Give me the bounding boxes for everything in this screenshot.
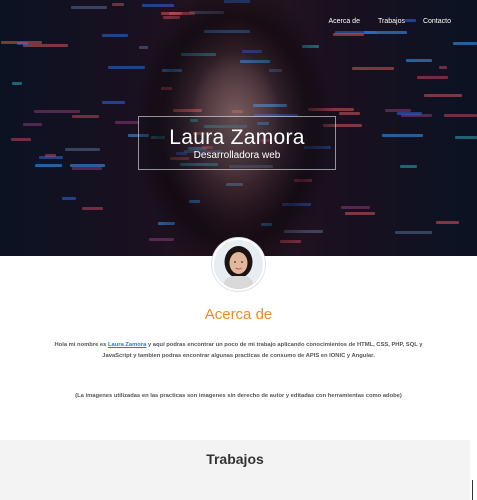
code-streak xyxy=(102,34,128,37)
code-streak xyxy=(400,165,417,168)
code-streak xyxy=(23,44,68,47)
code-streak xyxy=(65,148,100,151)
text-cursor-line xyxy=(472,480,473,500)
code-streak xyxy=(72,115,99,118)
code-streak xyxy=(436,221,459,224)
avatar xyxy=(212,238,265,291)
code-streak xyxy=(382,134,423,137)
about-intro-prefix: Hola mi nombre es xyxy=(54,342,108,348)
code-streak xyxy=(424,94,462,97)
hero-title-box: Laura Zamora Desarrolladora web xyxy=(138,116,336,170)
code-streak xyxy=(417,76,448,79)
code-streak xyxy=(70,164,105,167)
jobs-title: Trabajos xyxy=(206,451,264,467)
code-streak xyxy=(397,112,422,115)
code-streak xyxy=(339,112,360,115)
code-streak xyxy=(23,123,42,126)
code-streak xyxy=(439,66,447,69)
code-streak xyxy=(1,41,42,44)
code-streak xyxy=(12,82,22,85)
code-streak xyxy=(444,114,477,117)
code-streak xyxy=(453,42,477,45)
code-streak xyxy=(72,167,102,170)
about-note: (La imagenes utilizadas en las practicas… xyxy=(75,393,402,399)
nav-acerca-de[interactable]: Acerca de xyxy=(328,18,360,25)
code-streak xyxy=(112,3,124,6)
code-streak xyxy=(352,67,394,70)
code-streak xyxy=(395,231,432,234)
hero-name: Laura Zamora xyxy=(169,126,305,149)
jobs-section xyxy=(0,440,470,500)
code-streak xyxy=(35,164,62,167)
code-streak xyxy=(82,207,103,210)
code-streak xyxy=(62,197,76,200)
code-streak xyxy=(71,6,107,9)
code-streak xyxy=(455,136,477,139)
hero-role: Desarrolladora web xyxy=(193,150,281,161)
about-intro: Hola mi nombre es Laura Zamora y aquí po… xyxy=(40,340,437,362)
nav-contacto[interactable]: Contacto xyxy=(423,18,451,25)
about-intro-suffix: y aquí podras encontrar un poco de mi tr… xyxy=(102,342,423,359)
about-title: Acerca de xyxy=(204,306,273,323)
code-streak xyxy=(45,154,56,157)
about-name-link[interactable]: Laura Zamora xyxy=(108,342,146,348)
code-streak xyxy=(34,110,80,113)
code-streak xyxy=(11,138,31,141)
code-streak xyxy=(102,101,125,104)
top-nav: Acerca de Trabajos Contacto xyxy=(328,18,451,25)
code-streak xyxy=(341,206,370,209)
code-streak xyxy=(345,212,375,215)
hero-banner: Acerca de Trabajos Contacto Laura Zamora… xyxy=(0,0,477,256)
code-streak xyxy=(406,59,432,62)
nav-trabajos[interactable]: Trabajos xyxy=(378,18,405,25)
